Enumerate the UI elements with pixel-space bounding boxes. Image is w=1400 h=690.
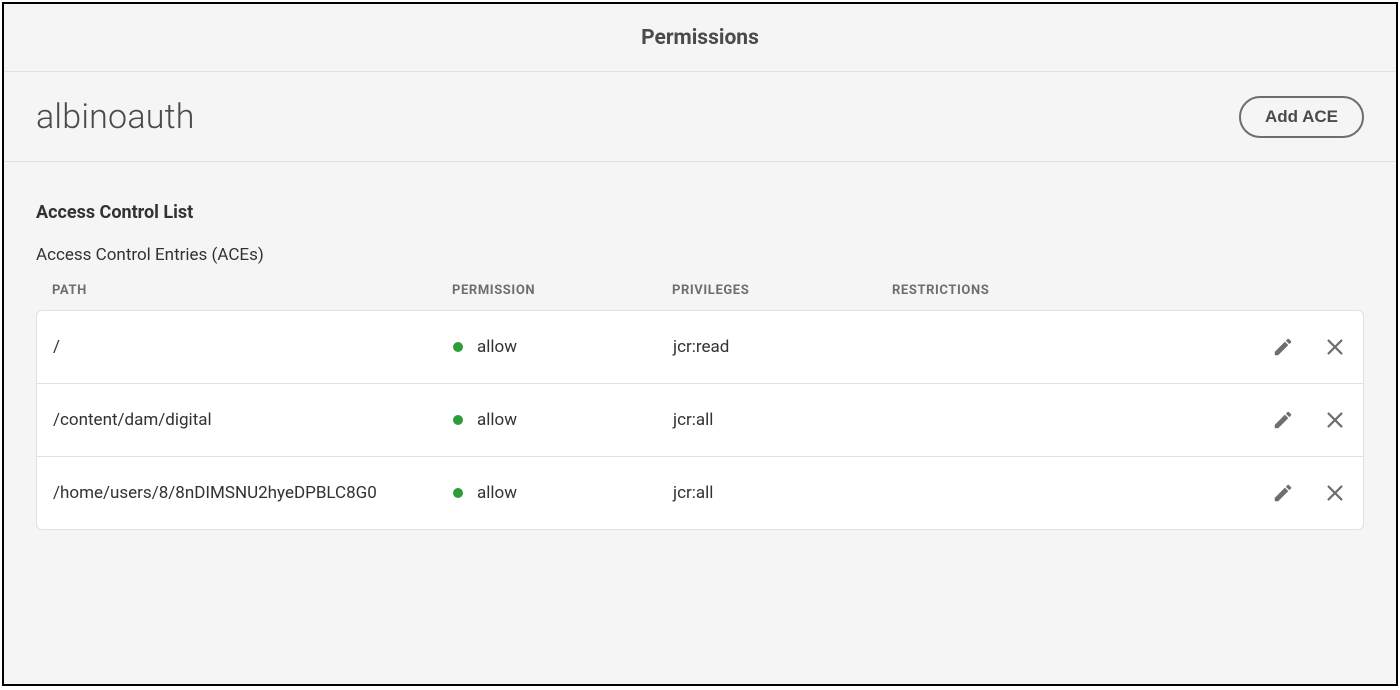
ace-table: PATH PERMISSION PRIVILEGES RESTRICTIONS … — [36, 283, 1364, 530]
ace-actions — [1237, 335, 1347, 359]
status-dot-icon — [453, 342, 463, 352]
ace-privileges: jcr:all — [673, 483, 893, 503]
acl-heading: Access Control List — [36, 202, 1364, 223]
col-header-privileges: PRIVILEGES — [672, 283, 892, 298]
ace-permission: allow — [453, 337, 673, 357]
ace-path: / — [53, 337, 453, 357]
ace-privileges: jcr:read — [673, 337, 893, 357]
ace-path: /content/dam/digital — [53, 410, 453, 430]
ace-row: /content/dam/digital allow jcr:all — [37, 383, 1363, 456]
ace-permission: allow — [453, 483, 673, 503]
pencil-icon — [1272, 482, 1294, 504]
edit-ace-button[interactable] — [1271, 335, 1295, 359]
ace-row: / allow jcr:read — [37, 311, 1363, 383]
delete-ace-button[interactable] — [1323, 408, 1347, 432]
ace-subheading: Access Control Entries (ACEs) — [36, 245, 1364, 265]
ace-permission-label: allow — [477, 337, 517, 357]
status-dot-icon — [453, 415, 463, 425]
edit-ace-button[interactable] — [1271, 481, 1295, 505]
permissions-panel: Permissions albinoauth Add ACE Access Co… — [2, 2, 1398, 686]
close-icon — [1324, 409, 1346, 431]
ace-table-header: PATH PERMISSION PRIVILEGES RESTRICTIONS — [36, 283, 1364, 310]
pencil-icon — [1272, 336, 1294, 358]
status-dot-icon — [453, 488, 463, 498]
ace-permission-label: allow — [477, 483, 517, 503]
subheader: albinoauth Add ACE — [4, 72, 1396, 162]
ace-permission: allow — [453, 410, 673, 430]
delete-ace-button[interactable] — [1323, 481, 1347, 505]
close-icon — [1324, 336, 1346, 358]
edit-ace-button[interactable] — [1271, 408, 1295, 432]
delete-ace-button[interactable] — [1323, 335, 1347, 359]
add-ace-button-label: Add ACE — [1265, 107, 1338, 127]
ace-permission-label: allow — [477, 410, 517, 430]
ace-row: /home/users/8/8nDIMSNU2hyeDPBLC8G0 allow… — [37, 456, 1363, 529]
pencil-icon — [1272, 409, 1294, 431]
col-header-path: PATH — [52, 283, 452, 298]
user-name: albinoauth — [36, 97, 195, 137]
ace-actions — [1237, 408, 1347, 432]
col-header-restrictions: RESTRICTIONS — [892, 283, 1238, 298]
ace-privileges: jcr:all — [673, 410, 893, 430]
ace-table-body: / allow jcr:read /content/dam/digital — [36, 310, 1364, 530]
ace-path: /home/users/8/8nDIMSNU2hyeDPBLC8G0 — [53, 483, 453, 503]
content-area: Access Control List Access Control Entri… — [4, 162, 1396, 530]
add-ace-button[interactable]: Add ACE — [1239, 96, 1364, 138]
col-header-actions — [1238, 283, 1348, 298]
page-title: Permissions — [641, 26, 759, 50]
ace-actions — [1237, 481, 1347, 505]
col-header-permission: PERMISSION — [452, 283, 672, 298]
topbar: Permissions — [4, 4, 1396, 72]
close-icon — [1324, 482, 1346, 504]
